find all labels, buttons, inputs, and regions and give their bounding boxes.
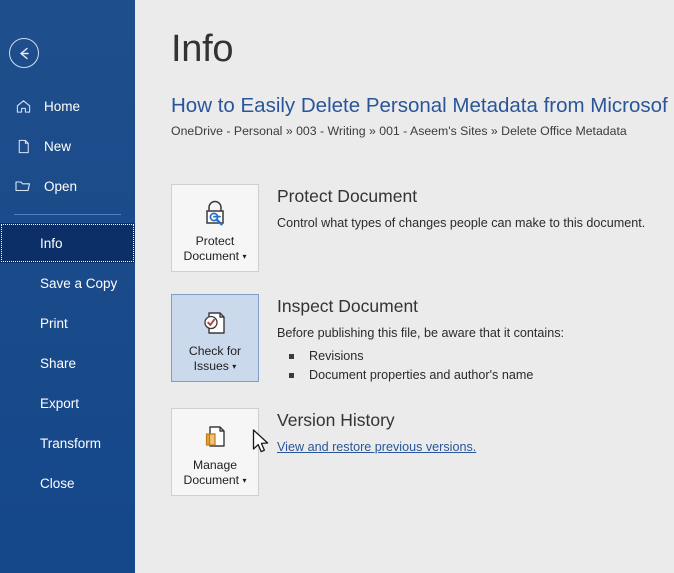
manage-document-button[interactable]: ManageDocument ▾ — [171, 408, 259, 496]
sidebar-item-label: Info — [40, 236, 63, 251]
sidebar-item-label: Home — [44, 99, 80, 114]
sidebar-item-export[interactable]: Export — [0, 383, 135, 423]
info-pane: Info How to Easily Delete Personal Metad… — [135, 0, 674, 573]
home-icon — [14, 97, 32, 115]
check-for-issues-button[interactable]: Check forIssues ▾ — [171, 294, 259, 382]
sidebar-item-save-a-copy[interactable]: Save a Copy — [0, 263, 135, 303]
sidebar-divider — [14, 214, 121, 215]
sidebar-top-group: Home New Open — [0, 86, 135, 206]
protect-document-heading: Protect Document — [277, 186, 645, 207]
sidebar-lower-group: Info Save a Copy Print Share Export Tran… — [0, 223, 135, 503]
version-history-section: ManageDocument ▾ Version History View an… — [171, 408, 674, 496]
sidebar-item-open[interactable]: Open — [0, 166, 135, 206]
chevron-down-icon: ▾ — [242, 252, 246, 261]
view-restore-versions-link[interactable]: View and restore previous versions. — [277, 440, 476, 454]
lock-with-magnifier-icon — [199, 196, 231, 230]
protect-document-button-label: ProtectDocument ▾ — [181, 234, 250, 265]
word-backstage-window: Home New Open — [0, 0, 674, 573]
list-item: Revisions — [277, 347, 564, 367]
inspect-document-findings: Revisions Document properties and author… — [277, 347, 564, 386]
sidebar-item-label: New — [44, 139, 71, 154]
document-check-icon — [199, 306, 231, 340]
chevron-down-icon: ▾ — [232, 362, 236, 371]
protect-document-body: Protect Document Control what types of c… — [259, 184, 645, 232]
protect-document-description: Control what types of changes people can… — [277, 214, 645, 232]
inspect-document-section: Check forIssues ▾ Inspect Document Befor… — [171, 294, 674, 386]
inspect-document-heading: Inspect Document — [277, 296, 564, 317]
sidebar-item-share[interactable]: Share — [0, 343, 135, 383]
protect-document-button[interactable]: ProtectDocument ▾ — [171, 184, 259, 272]
chevron-down-icon: ▾ — [242, 476, 246, 485]
page-title: Info — [171, 30, 674, 68]
document-title: How to Easily Delete Personal Metadata f… — [171, 94, 674, 119]
version-history-body: Version History View and restore previou… — [259, 408, 476, 456]
sidebar-item-label: Share — [40, 356, 76, 371]
sidebar-item-label: Export — [40, 396, 79, 411]
sidebar-item-label: Save a Copy — [40, 276, 117, 291]
backstage-sidebar: Home New Open — [0, 0, 135, 573]
protect-document-section: ProtectDocument ▾ Protect Document Contr… — [171, 184, 674, 272]
sidebar-item-transform[interactable]: Transform — [0, 423, 135, 463]
sidebar-item-label: Open — [44, 179, 77, 194]
breadcrumb: OneDrive - Personal » 003 - Writing » 00… — [171, 124, 674, 138]
list-item: Document properties and author's name — [277, 366, 564, 386]
inspect-document-body: Inspect Document Before publishing this … — [259, 294, 564, 386]
sidebar-item-close[interactable]: Close — [0, 463, 135, 503]
sidebar-item-home[interactable]: Home — [0, 86, 135, 126]
sidebar-item-print[interactable]: Print — [0, 303, 135, 343]
manage-document-button-label: ManageDocument ▾ — [181, 458, 250, 489]
new-document-icon — [14, 137, 32, 155]
open-folder-icon — [14, 177, 32, 195]
sidebar-item-new[interactable]: New — [0, 126, 135, 166]
sidebar-item-label: Transform — [40, 436, 101, 451]
version-history-heading: Version History — [277, 410, 476, 431]
sidebar-item-info[interactable]: Info — [0, 223, 135, 263]
document-copies-icon — [199, 420, 231, 454]
back-arrow-icon[interactable] — [9, 38, 39, 68]
sidebar-item-label: Print — [40, 316, 68, 331]
check-for-issues-button-label: Check forIssues ▾ — [186, 344, 244, 375]
inspect-document-description: Before publishing this file, be aware th… — [277, 324, 564, 342]
sidebar-item-label: Close — [40, 476, 75, 491]
